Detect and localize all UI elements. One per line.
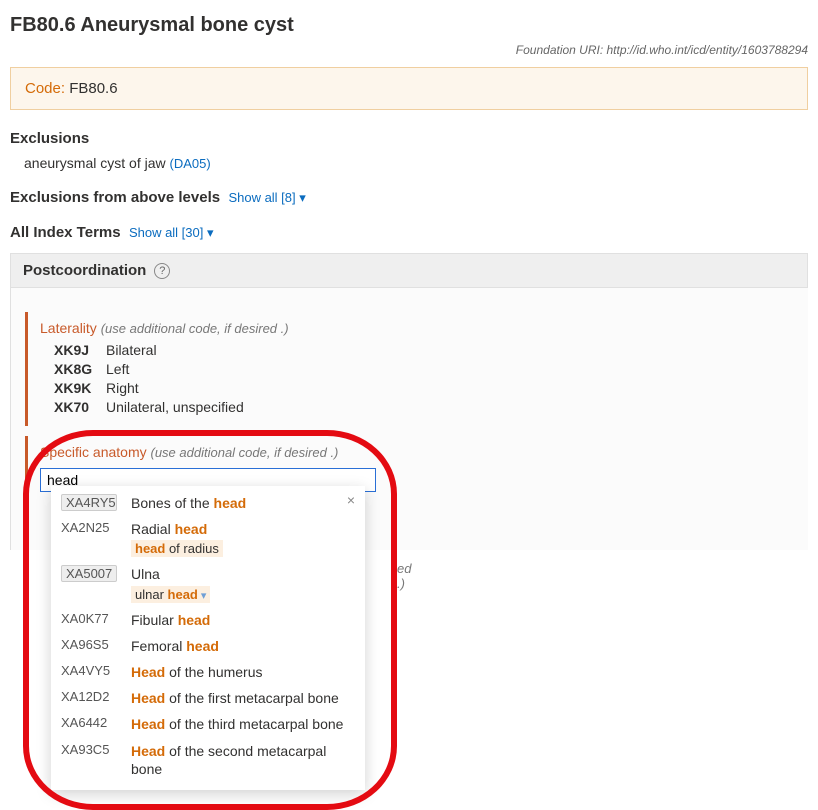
postcoordination-body: Laterality (use additional code, if desi… xyxy=(10,288,808,550)
exclusions-above-heading: Exclusions from above levels xyxy=(10,189,220,206)
page-title: FB80.6 Aneurysmal bone cyst xyxy=(10,14,808,37)
suggestion-text: Radial head xyxy=(131,520,355,538)
laterality-code: XK9J xyxy=(54,342,106,358)
hidden-axis-hint-peek: ed .) xyxy=(397,561,411,591)
dropdown-item[interactable]: XA2N25 Radial head head of radius xyxy=(51,516,365,561)
code-value: FB80.6 xyxy=(69,80,117,97)
dropdown-item[interactable]: XA93C5 Head of the second metacarpal bon… xyxy=(51,738,365,782)
exclusions-heading: Exclusions xyxy=(10,130,808,147)
show-all-index-terms-link[interactable]: Show all [30] ▾ xyxy=(129,225,214,240)
foundation-uri: Foundation URI: http://id.who.int/icd/en… xyxy=(10,43,808,57)
laterality-label: Bilateral xyxy=(106,342,157,358)
suggestion-subtext: head of radius xyxy=(131,540,223,557)
postcoordination-header: Postcoordination ? xyxy=(10,253,808,288)
laterality-label: Left xyxy=(106,361,129,377)
suggestion-text: Head of the third metacarpal bone xyxy=(131,715,355,733)
suggestion-text: Ulna xyxy=(131,565,355,583)
close-icon[interactable]: × xyxy=(347,492,355,508)
exclusion-ref-link[interactable]: (DA05) xyxy=(170,156,211,171)
exclusion-text: aneurysmal cyst of jaw xyxy=(24,155,166,171)
dropdown-item[interactable]: XA96S5 Femoral head xyxy=(51,633,365,659)
suggestion-code: XA12D2 xyxy=(61,689,117,704)
laterality-item[interactable]: XK70Unilateral, unspecified xyxy=(54,399,808,415)
laterality-label: Right xyxy=(106,380,139,396)
suggestion-code: XA6442 xyxy=(61,715,117,730)
all-index-terms: All Index Terms Show all [30] ▾ xyxy=(10,224,808,241)
laterality-code: XK70 xyxy=(54,399,106,415)
index-terms-heading: All Index Terms xyxy=(10,224,121,241)
axis-anatomy-hint: (use additional code, if desired .) xyxy=(151,445,339,460)
laterality-code: XK9K xyxy=(54,380,106,396)
laterality-list: XK9JBilateral XK8GLeft XK9KRight XK70Uni… xyxy=(54,342,808,415)
suggestion-text: Head of the second metacarpal bone xyxy=(131,742,355,778)
suggestion-text: Head of the first metacarpal bone xyxy=(131,689,355,707)
suggestion-text: Head of the humerus xyxy=(131,663,355,681)
suggestion-text: Fibular head xyxy=(131,611,355,629)
suggestion-text: Bones of the head xyxy=(131,494,355,512)
suggestion-code: XA4RY5 xyxy=(61,494,117,511)
help-icon[interactable]: ? xyxy=(154,263,170,279)
dropdown-item[interactable]: XA4VY5 Head of the humerus xyxy=(51,659,365,685)
dropdown-item[interactable]: XA0K77 Fibular head xyxy=(51,607,365,633)
code-label: Code: xyxy=(25,80,65,97)
suggestion-code: XA0K77 xyxy=(61,611,117,626)
laterality-item[interactable]: XK9KRight xyxy=(54,380,808,396)
exclusions-from-above: Exclusions from above levels Show all [8… xyxy=(10,189,808,206)
axis-laterality-hint: (use additional code, if desired .) xyxy=(101,321,289,336)
dropdown-item[interactable]: XA4RY5 Bones of the head xyxy=(51,490,365,516)
suggestion-code: XA2N25 xyxy=(61,520,117,535)
anatomy-autocomplete-dropdown: × XA4RY5 Bones of the head XA2N25 Radial… xyxy=(51,486,365,790)
suggestion-code: XA5007 xyxy=(61,565,117,582)
laterality-item[interactable]: XK8GLeft xyxy=(54,361,808,377)
dropdown-item[interactable]: XA12D2 Head of the first metacarpal bone xyxy=(51,685,365,711)
show-all-exclusions-link[interactable]: Show all [8] ▾ xyxy=(228,190,305,205)
suggestion-text: Femoral head xyxy=(131,637,355,655)
suggestion-code: XA93C5 xyxy=(61,742,117,757)
axis-laterality: Laterality (use additional code, if desi… xyxy=(25,312,808,426)
dropdown-item[interactable]: XA5007 Ulna ed .) ulnar head ▾ xyxy=(51,561,365,606)
axis-anatomy-name: Specific anatomy xyxy=(40,444,147,460)
laterality-label: Unilateral, unspecified xyxy=(106,399,244,415)
suggestion-code: XA4VY5 xyxy=(61,663,117,678)
exclusion-line: aneurysmal cyst of jaw (DA05) xyxy=(24,155,808,171)
suggestion-subtext: ulnar head ▾ xyxy=(131,586,210,603)
postcoordination-title: Postcoordination xyxy=(23,262,146,279)
laterality-item[interactable]: XK9JBilateral xyxy=(54,342,808,358)
axis-laterality-name: Laterality xyxy=(40,320,97,336)
code-box: Code: FB80.6 xyxy=(10,67,808,110)
suggestion-code: XA96S5 xyxy=(61,637,117,652)
dropdown-item[interactable]: XA6442 Head of the third metacarpal bone xyxy=(51,711,365,737)
laterality-code: XK8G xyxy=(54,361,106,377)
